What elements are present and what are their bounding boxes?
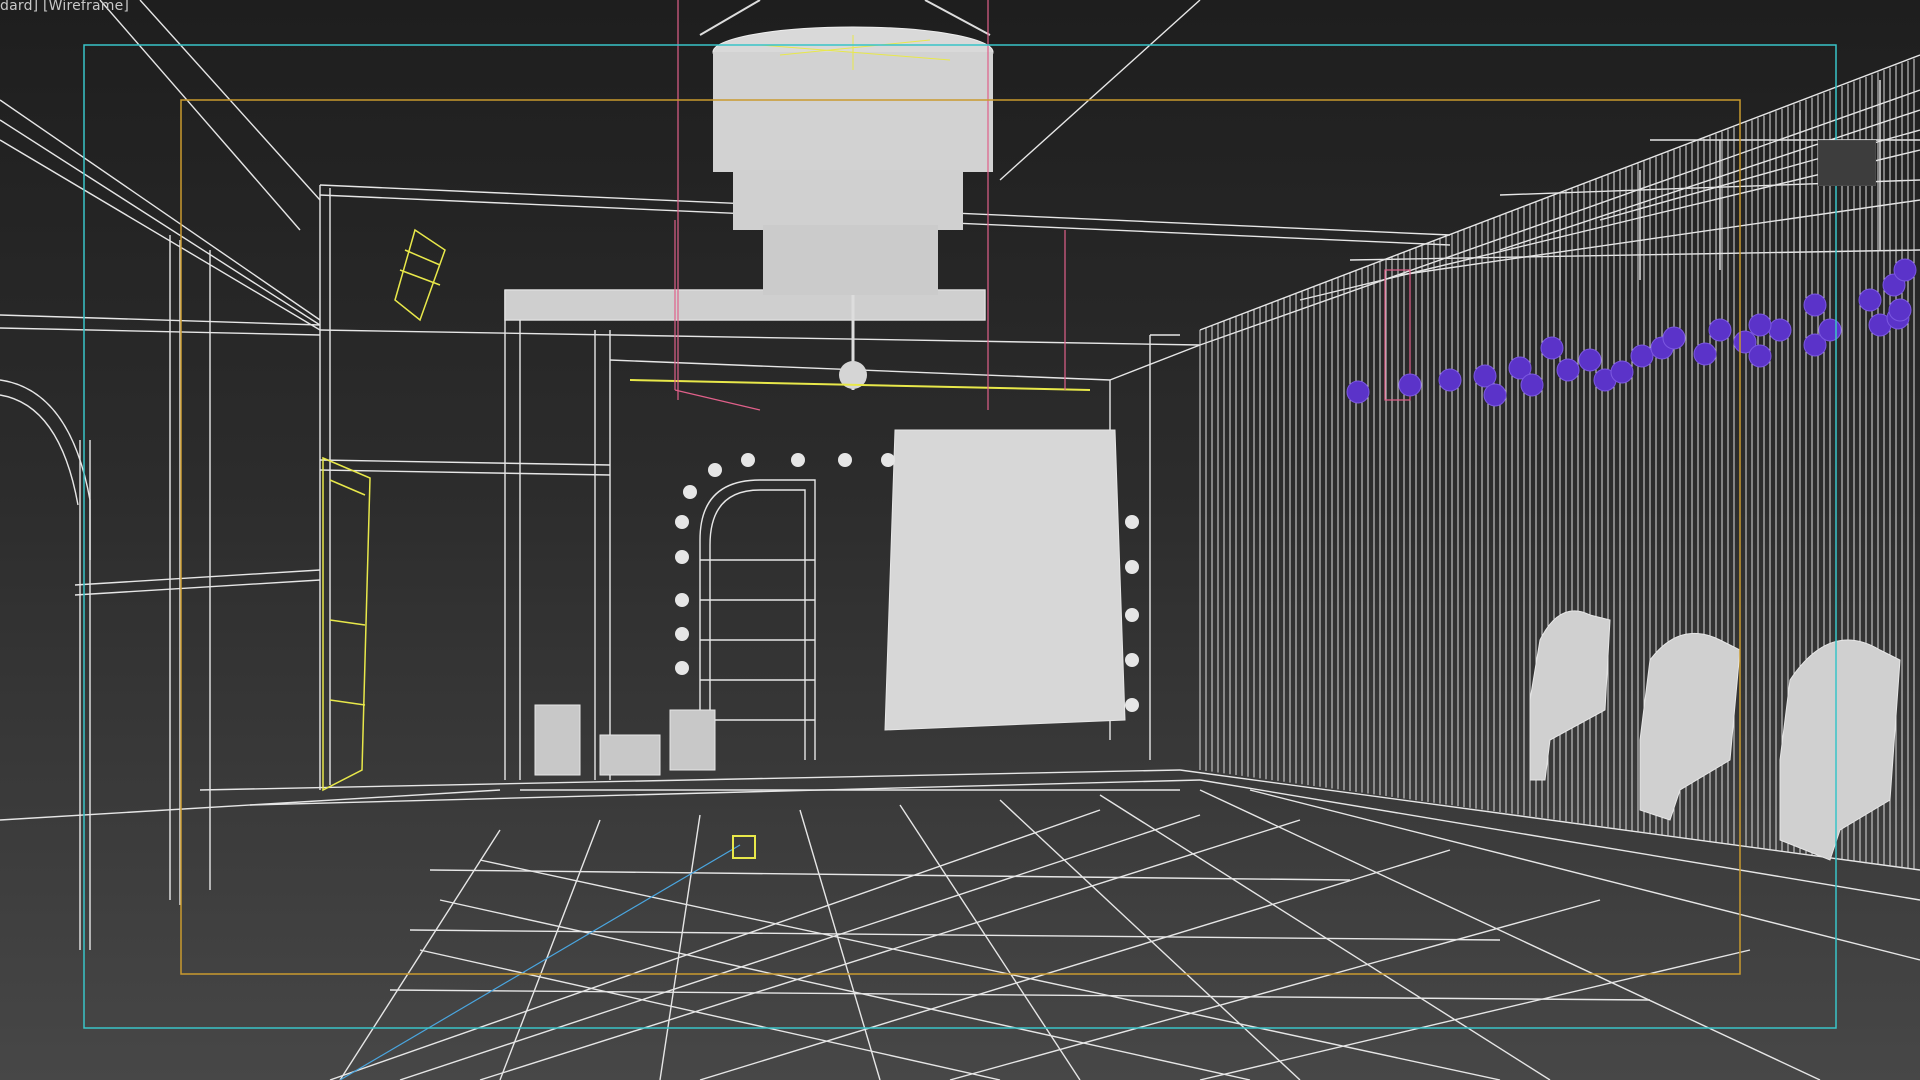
spotlight-icon — [1540, 336, 1564, 360]
spotlight-icon — [1768, 318, 1792, 342]
bulb-icon — [675, 515, 689, 529]
bulb-icon — [675, 550, 689, 564]
bulb-icon — [675, 627, 689, 641]
spotlight-icon — [1888, 298, 1912, 322]
spotlight-icon — [1893, 258, 1917, 282]
bulb-icon — [683, 485, 697, 499]
bulb-icon — [1125, 608, 1139, 622]
viewcube-icon[interactable] — [1818, 140, 1876, 186]
bulb-icon — [1125, 698, 1139, 712]
bulb-icon — [675, 593, 689, 607]
spotlight-icon — [1520, 373, 1544, 397]
camera-target-line — [339, 844, 741, 1080]
spotlight-icon — [1748, 313, 1772, 337]
bulb-icon — [791, 453, 805, 467]
spotlight-icon — [1398, 373, 1422, 397]
spotlight-icon — [1438, 368, 1462, 392]
spotlight-icon — [1708, 318, 1732, 342]
spotlight-icon — [1556, 358, 1580, 382]
bulb-icon — [708, 463, 722, 477]
bulb-icon — [1125, 560, 1139, 574]
spotlight-icon — [1346, 380, 1370, 404]
spotlight-icon — [1473, 364, 1497, 388]
wireframe-scene[interactable] — [0, 0, 1920, 1080]
wall-sconce-icon[interactable] — [322, 228, 446, 792]
spotlight-icon — [1748, 344, 1772, 368]
bench-icon — [534, 704, 716, 776]
spotlight-icon — [1818, 318, 1842, 342]
spotlight-icon — [1630, 344, 1654, 368]
bulb-icon — [741, 453, 755, 467]
bulb-icon — [675, 661, 689, 675]
bulb-icon — [881, 453, 895, 467]
viewport-label[interactable]: dard] [Wireframe] — [0, 0, 129, 14]
3d-viewport[interactable]: dard] [Wireframe] — [0, 0, 1920, 1080]
bulb-icon — [1125, 515, 1139, 529]
bulb-icon — [838, 453, 852, 467]
spotlight-icon — [1693, 342, 1717, 366]
bulb-icon — [1125, 653, 1139, 667]
spotlight-icon — [1858, 288, 1882, 312]
spotlight-icon — [1483, 383, 1507, 407]
spotlight-icon — [1578, 348, 1602, 372]
chair-icon[interactable] — [1529, 610, 1901, 861]
chandelier-icon[interactable] — [629, 0, 1091, 391]
spotlight-icon — [1610, 360, 1634, 384]
spotlight-icon — [1803, 293, 1827, 317]
spotlight-icon — [1662, 326, 1686, 350]
